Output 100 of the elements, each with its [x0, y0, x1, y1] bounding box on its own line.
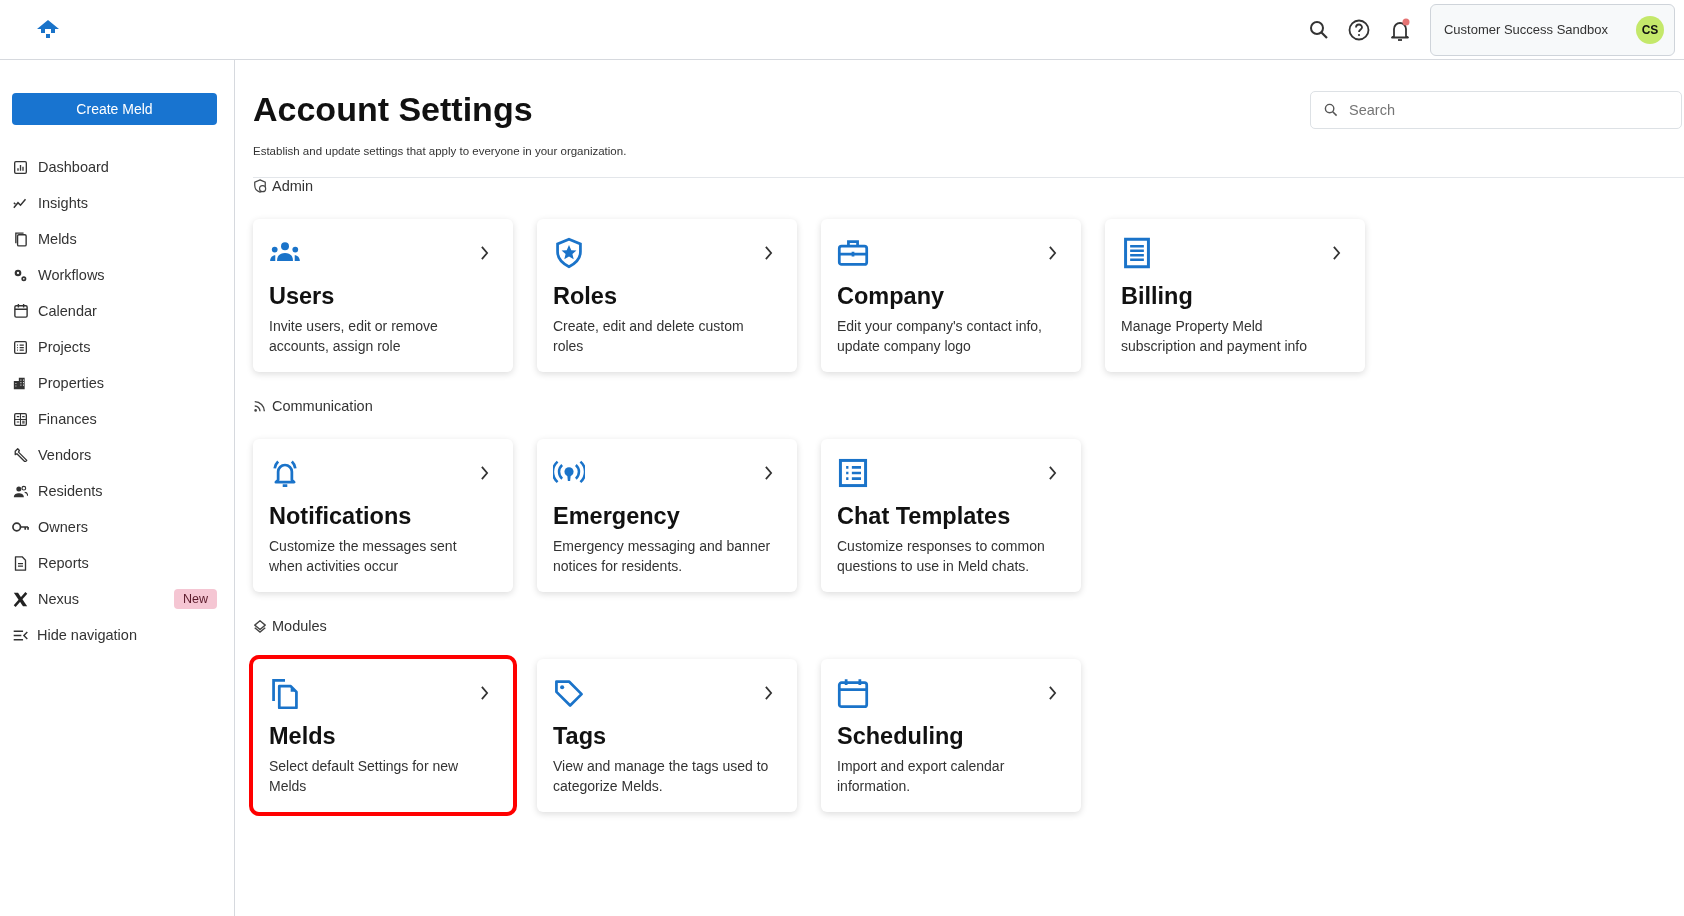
section-title: Admin: [272, 178, 314, 194]
nav-item[interactable]: Projects: [12, 329, 217, 365]
create-meld-button[interactable]: Create Meld: [12, 93, 217, 125]
page-subtitle: Establish and update settings that apply to everyone in your organization.: [253, 145, 628, 157]
chevron-right-icon: [480, 246, 489, 260]
chevron-right-icon: [764, 466, 773, 480]
nav-item[interactable]: Nexus New: [12, 581, 217, 617]
wrench-icon: [13, 448, 28, 462]
settings-card[interactable]: Notifications Customize the messages sent when activities occur: [253, 439, 513, 592]
dashboard-icon: [13, 159, 28, 175]
nav-label: Workflows: [38, 267, 105, 283]
card-title: Melds: [269, 723, 337, 750]
chevron-right-icon: [1048, 246, 1057, 260]
copies-icon: [269, 677, 301, 709]
avatar: CS: [1636, 15, 1664, 44]
settings-card[interactable]: Tags View and manage the tags used to categorize Melds.: [537, 659, 797, 812]
nav-label: Properties: [38, 375, 105, 391]
copies-icon: [14, 231, 27, 247]
card-description: Select default Settings for new Melds: [269, 757, 460, 796]
chevron-right-icon: [480, 686, 489, 700]
nav-label: Residents: [38, 483, 103, 499]
nav-item[interactable]: Vendors: [12, 437, 217, 473]
nav-label: Nexus: [38, 591, 80, 607]
nav-label: Reports: [38, 555, 89, 571]
list-icon: [13, 339, 28, 355]
gears-icon: [13, 267, 28, 283]
card-title: Scheduling: [837, 723, 965, 750]
calendar-icon: [837, 677, 869, 709]
settings-card[interactable]: Roles Create, edit and delete custom roles: [537, 219, 797, 372]
card-description: View and manage the tags used to categorize Melds.: [553, 757, 770, 796]
card-title: Tags: [553, 723, 608, 750]
section-title: Communication: [272, 398, 373, 414]
card-description: Edit your company's contact info, update company logo: [837, 317, 1043, 356]
hide-navigation-link[interactable]: Hide navigation: [12, 617, 217, 653]
nav-label: Insights: [38, 195, 88, 211]
search-icon: [1324, 102, 1338, 117]
nav-item[interactable]: Finances: [12, 401, 217, 437]
receipt-icon: [1121, 237, 1153, 269]
chevron-right-icon: [480, 466, 489, 480]
settings-card[interactable]: Users Invite users, edit or remove accounts, assign role: [253, 219, 513, 372]
search-icon[interactable]: [1308, 19, 1329, 40]
chevron-right-icon: [1332, 246, 1341, 260]
settings-card[interactable]: Emergency Emergency messaging and banner notices for residents.: [537, 439, 797, 592]
card-description: Emergency messaging and banner notices for residents.: [553, 537, 772, 576]
calendar-icon: [13, 304, 28, 318]
card-description: Customize responses to common questions to use in Meld chats.: [837, 537, 1046, 576]
settings-card[interactable]: Chat Templates Customize responses to common questions to use in Meld chats.: [821, 439, 1081, 592]
rss-icon: [253, 399, 267, 413]
buildings-icon: [13, 375, 28, 391]
card-title: Roles: [553, 283, 618, 310]
card-description: Import and export calendar information.: [837, 757, 1006, 796]
workspace-name: Customer Success Sandbox: [1443, 22, 1608, 37]
notification-bell-icon[interactable]: [1388, 17, 1411, 42]
card-title: Billing: [1121, 283, 1194, 310]
nav-label: Finances: [38, 411, 97, 427]
nav-item[interactable]: Insights: [12, 185, 217, 221]
chevron-right-icon: [764, 246, 773, 260]
logo-icon[interactable]: [37, 19, 59, 40]
x-letter-icon: [13, 591, 28, 607]
settings-card[interactable]: Scheduling Import and export calendar information.: [821, 659, 1081, 812]
nav-label: Dashboard: [38, 159, 109, 175]
document-icon: [13, 555, 28, 571]
help-icon[interactable]: [1347, 18, 1370, 41]
calculator-icon: [13, 411, 28, 427]
chevron-right-icon: [1048, 466, 1057, 480]
nav-item[interactable]: Calendar: [12, 293, 217, 329]
section-title: Modules: [272, 618, 327, 634]
card-title: Notifications: [269, 503, 413, 530]
list-icon: [837, 457, 869, 489]
workspace-switcher[interactable]: Customer Success Sandbox CS: [1429, 3, 1675, 56]
settings-card[interactable]: Billing Manage Property Meld subscription and payment info: [1105, 219, 1365, 372]
nav-item[interactable]: Residents: [12, 473, 217, 509]
nav-item[interactable]: Melds: [12, 221, 217, 257]
nav-label: Vendors: [38, 447, 92, 463]
card-description: Manage Property Meld subscription and payment info: [1121, 317, 1308, 356]
search-field[interactable]: Search: [1310, 90, 1682, 129]
card-title: Company: [837, 283, 946, 310]
settings-card[interactable]: Company Edit your company's contact info, update company logo: [821, 219, 1081, 372]
nav-label: Owners: [38, 519, 88, 535]
people-icon: [13, 483, 28, 499]
card-title: Emergency: [553, 503, 681, 530]
card-description: Create, edit and delete custom roles: [553, 317, 745, 356]
tag-icon: [553, 677, 585, 709]
nav-item[interactable]: Dashboard: [12, 149, 217, 185]
card-description: Invite users, edit or remove accounts, assign role: [269, 317, 439, 356]
key-icon: [12, 522, 29, 532]
nav-item[interactable]: Workflows: [12, 257, 217, 293]
page-title: Account Settings: [253, 90, 533, 129]
nav-label: Projects: [38, 339, 91, 355]
nav-item[interactable]: Reports: [12, 545, 217, 581]
card-title: Chat Templates: [837, 503, 1012, 530]
card-description: Customize the messages sent when activities occur: [269, 537, 458, 576]
nav-item[interactable]: Owners: [12, 509, 217, 545]
nav-item[interactable]: Properties: [12, 365, 217, 401]
nav-label: Calendar: [38, 303, 97, 319]
briefcase-icon: [837, 237, 869, 269]
card-title: Users: [269, 283, 336, 310]
shield-star-icon: [553, 237, 585, 269]
chevron-right-icon: [764, 686, 773, 700]
layers-icon: [253, 619, 267, 633]
